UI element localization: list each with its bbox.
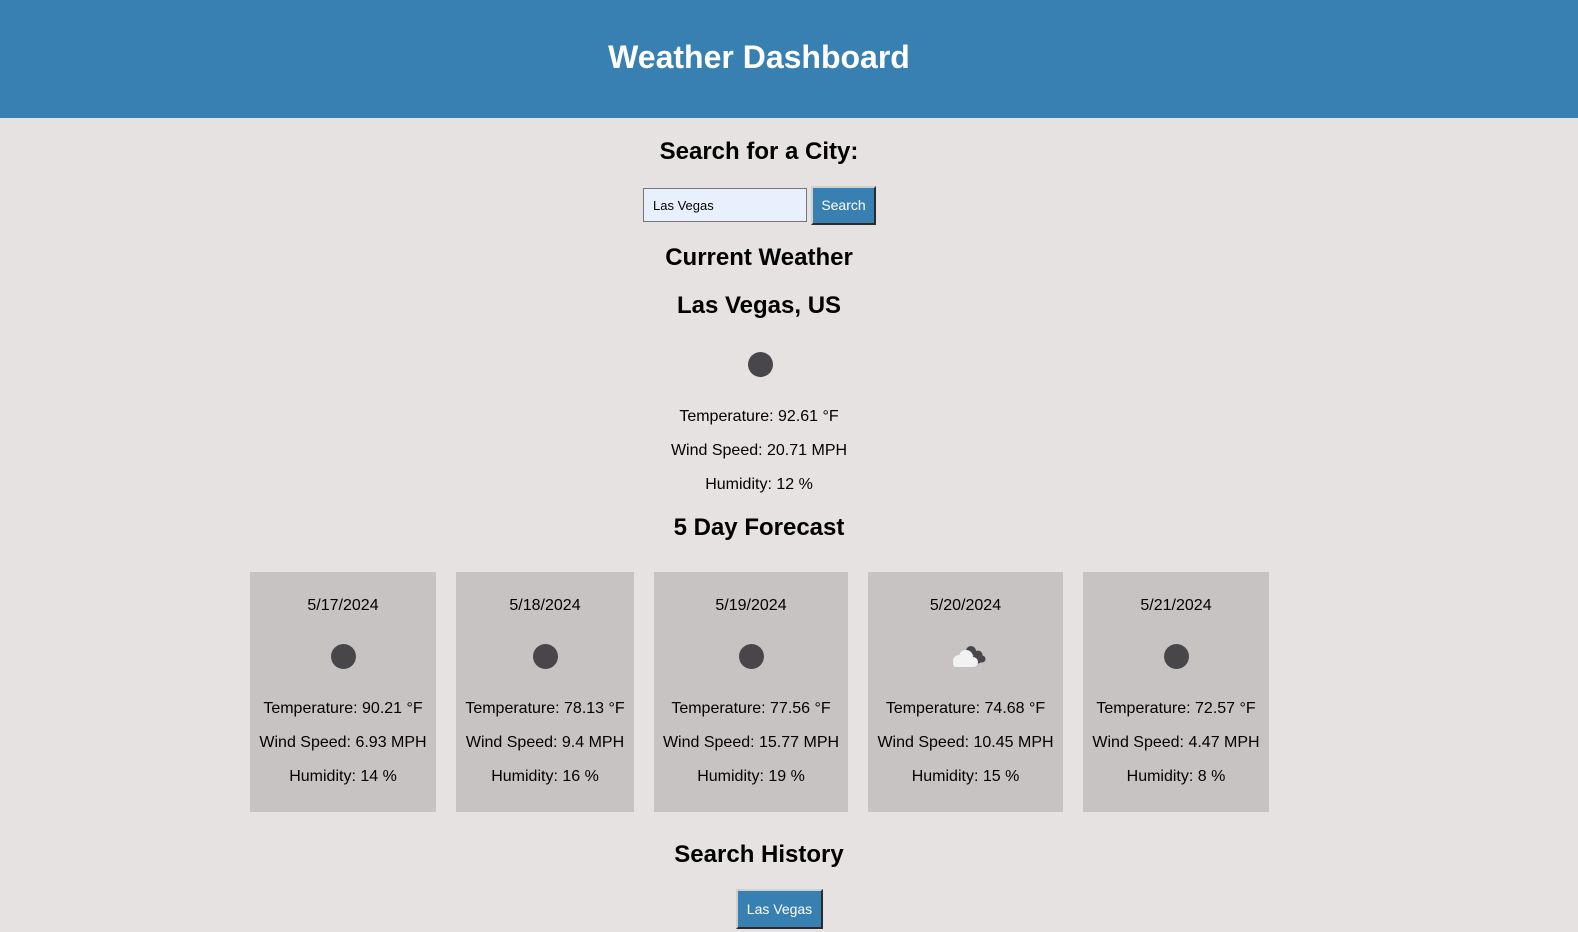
search-history-heading: Search History	[674, 841, 844, 868]
forecast-date: 5/18/2024	[509, 597, 581, 614]
history-item-button[interactable]: Las Vegas	[736, 889, 823, 929]
forecast-temperature: Temperature: 72.57 °F	[1096, 700, 1256, 717]
forecast-card: 5/17/2024 Temperature: 90.21 °F Wind Spe…	[250, 572, 436, 812]
forecast-humidity: Humidity: 19 %	[697, 768, 805, 785]
forecast-card: 5/21/2024 Temperature: 72.57 °F Wind Spe…	[1083, 572, 1269, 812]
search-button[interactable]: Search	[811, 186, 876, 225]
forecast-wind-speed: Wind Speed: 10.45 MPH	[877, 734, 1054, 751]
forecast-temperature: Temperature: 78.13 °F	[465, 700, 625, 717]
page-header: Weather Dashboard	[0, 0, 1578, 118]
forecast-humidity: Humidity: 15 %	[911, 768, 1020, 785]
weather-dot-icon	[748, 352, 773, 377]
forecast-humidity: Humidity: 16 %	[491, 768, 599, 785]
current-temperature: Temperature: 92.61 °F	[679, 408, 839, 425]
current-weather-heading: Current Weather	[665, 244, 853, 271]
forecast-temperature: Temperature: 74.68 °F	[885, 700, 1046, 717]
forecast-date: 5/20/2024	[929, 597, 1002, 614]
forecast-temperature: Temperature: 77.56 °F	[671, 700, 831, 717]
city-search-input[interactable]	[643, 188, 807, 222]
current-city-name: Las Vegas, US	[676, 292, 842, 319]
cloud-icon	[952, 646, 985, 667]
forecast-wind-speed: Wind Speed: 15.77 MPH	[662, 734, 840, 751]
forecast-wind-speed: Wind Speed: 6.93 MPH	[259, 734, 427, 751]
page-title: Weather Dashboard	[608, 39, 910, 75]
current-humidity: Humidity: 12 %	[705, 476, 813, 493]
forecast-wind-speed: Wind Speed: 4.47 MPH	[1092, 734, 1260, 751]
current-wind-speed: Wind Speed: 20.71 MPH	[670, 442, 848, 459]
weather-dot-icon	[533, 644, 558, 669]
weather-dot-icon	[331, 644, 356, 669]
forecast-temperature: Temperature: 90.21 °F	[263, 700, 423, 717]
forecast-card: 5/18/2024 Temperature: 78.13 °F Wind Spe…	[456, 572, 634, 812]
weather-dot-icon	[1164, 644, 1189, 669]
forecast-card: 5/19/2024 Temperature: 77.56 °F Wind Spe…	[654, 572, 848, 812]
forecast-date: 5/21/2024	[1140, 597, 1212, 614]
forecast-card: 5/20/2024 Temperature: 74.68 °F Wind Spe…	[868, 572, 1063, 812]
forecast-date: 5/17/2024	[307, 597, 379, 614]
search-heading: Search for a City:	[659, 138, 859, 165]
forecast-heading: 5 Day Forecast	[673, 514, 845, 541]
forecast-humidity: Humidity: 14 %	[289, 768, 397, 785]
forecast-humidity: Humidity: 8 %	[1126, 768, 1226, 785]
forecast-date: 5/19/2024	[715, 597, 787, 614]
weather-dot-icon	[739, 644, 764, 669]
forecast-wind-speed: Wind Speed: 9.4 MPH	[465, 734, 625, 751]
